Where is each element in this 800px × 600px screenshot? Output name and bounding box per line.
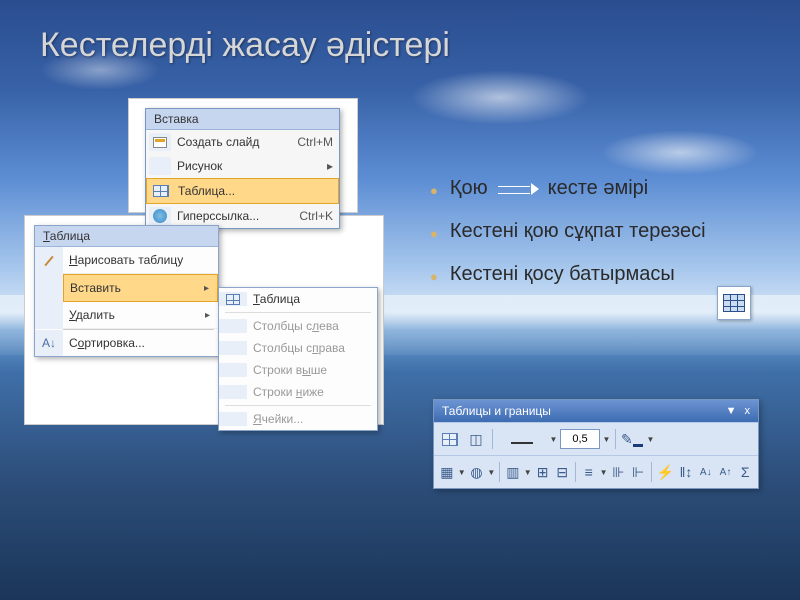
toolbar-row-1: ◫ ▼ ▼ ✎ ▼ — [434, 422, 758, 455]
menu-header: Таблица — [35, 226, 218, 247]
submenu-arrow-icon: ▸ — [205, 310, 210, 321]
distribute-rows-button[interactable]: ⊪ — [610, 460, 628, 484]
menu-label: Вставить — [64, 281, 121, 295]
sort-icon: А↓ — [35, 330, 63, 356]
draw-table-button[interactable] — [438, 427, 462, 451]
submenu-arrow-icon: ▸ — [204, 283, 209, 294]
pencil-icon — [35, 247, 63, 274]
minimize-icon[interactable]: ▼ — [726, 405, 737, 417]
menu-label: Рисунок — [177, 159, 222, 173]
slide-icon — [149, 133, 171, 151]
toolbar-row-2: ▦ ▼ ◍ ▼ ▥ ▼ ⊞ ⊟ ≡ ▼ ⊪ ⊩ ⚡ ‖↕ A↓ A↑ Σ — [434, 455, 758, 488]
borders-button[interactable]: ▦ — [438, 460, 456, 484]
menu-label: Гиперссылка... — [177, 209, 259, 223]
eraser-button[interactable]: ◫ — [464, 427, 488, 451]
arrow-icon — [498, 184, 538, 194]
close-icon[interactable]: x — [745, 405, 751, 417]
bullet-text: Кестені қосу батырмасы — [450, 261, 675, 288]
slide-title: Кестелерді жасау әдістері — [40, 26, 450, 65]
toolbar-title[interactable]: Таблицы и границы ▼ x — [434, 400, 758, 422]
bullet-text: кесте әмірі — [548, 175, 649, 202]
align-button[interactable]: ≡ — [580, 460, 598, 484]
menu-item-insert[interactable]: Вставить ▸ — [63, 274, 218, 302]
bullet-item: Кестені қосу батырмасы — [430, 261, 750, 288]
table-menu: Таблица Нарисовать таблицу Вставить ▸ Уд… — [34, 225, 219, 357]
distribute-cols-button[interactable]: ⊩ — [629, 460, 647, 484]
fill-color-button[interactable]: ◍ — [468, 460, 486, 484]
merge-cells-button[interactable]: ⊞ — [534, 460, 552, 484]
globe-icon — [149, 207, 171, 225]
submenu-arrow-icon: ▸ — [327, 159, 333, 173]
blank-icon — [35, 302, 63, 329]
menu-header: Вставка — [146, 109, 339, 130]
menu-shortcut: Ctrl+K — [299, 209, 333, 223]
toolbar-title-text: Таблицы и границы — [442, 404, 551, 418]
pen-color-button[interactable]: ✎ — [620, 427, 644, 451]
submenu-item-cols-left[interactable]: Столбцы слева — [219, 315, 377, 337]
menu-label: Таблица... — [178, 184, 235, 198]
autoformat-button[interactable]: ⚡ — [656, 460, 675, 484]
autosum-button[interactable]: Σ — [736, 460, 754, 484]
menu-label: Создать слайд — [177, 135, 259, 149]
bullet-item: Қою кесте әмірі — [430, 175, 750, 202]
sort-desc-button[interactable]: A↑ — [717, 460, 735, 484]
submenu-item-rows-above[interactable]: Строки выше — [219, 359, 377, 381]
chevron-down-icon[interactable]: ▼ — [600, 468, 608, 477]
bullet-text: Қою — [450, 175, 488, 202]
chevron-down-icon[interactable]: ▼ — [524, 468, 532, 477]
chevron-down-icon[interactable]: ▼ — [458, 468, 466, 477]
line-width-input[interactable] — [560, 429, 600, 449]
text-direction-button[interactable]: ‖↕ — [677, 460, 695, 484]
chevron-down-icon[interactable]: ▼ — [646, 435, 655, 444]
chevron-down-icon[interactable]: ▼ — [602, 435, 611, 444]
insert-table-button[interactable]: ▥ — [504, 460, 522, 484]
table-icon — [723, 294, 745, 312]
submenu-item-cols-right[interactable]: Столбцы справа — [219, 337, 377, 359]
menu-item-delete[interactable]: Удалить ▸ — [63, 302, 218, 329]
menu-item-draw-table[interactable]: Нарисовать таблицу — [63, 247, 218, 274]
insert-submenu: Таблица Столбцы слева Столбцы справа Стр… — [218, 287, 378, 431]
split-cells-button[interactable]: ⊟ — [553, 460, 571, 484]
blank-icon — [35, 274, 63, 302]
table-icon — [150, 182, 172, 200]
blank-icon — [149, 157, 171, 175]
insert-table-button[interactable] — [717, 286, 751, 320]
chevron-down-icon[interactable]: ▼ — [549, 435, 558, 444]
menu-shortcut: Ctrl+M — [297, 135, 333, 149]
submenu-item-cells[interactable]: Ячейки... — [219, 408, 377, 430]
bullet-item: Кестені қою сұқпат терезесі — [430, 218, 750, 245]
line-style-button[interactable] — [497, 427, 547, 451]
tables-borders-toolbar: Таблицы и границы ▼ x ◫ ▼ ▼ ✎ ▼ ▦ ▼ ◍ ▼ … — [433, 399, 759, 489]
submenu-item-table[interactable]: Таблица — [219, 288, 377, 310]
menu-item-new-slide[interactable]: Создать слайд Ctrl+M — [146, 130, 339, 154]
submenu-item-rows-below[interactable]: Строки ниже — [219, 381, 377, 403]
table-icon — [219, 292, 247, 306]
insert-menu: Вставка Создать слайд Ctrl+M Рисунок ▸ Т… — [145, 108, 340, 229]
bullet-text: Кестені қою сұқпат терезесі — [450, 218, 706, 245]
sort-asc-button[interactable]: A↓ — [697, 460, 715, 484]
menu-item-sort[interactable]: Сортировка... — [63, 330, 218, 356]
menu-item-table[interactable]: Таблица... — [146, 178, 339, 204]
chevron-down-icon[interactable]: ▼ — [487, 468, 495, 477]
bullet-list: Қою кесте әмірі Кестені қою сұқпат терез… — [430, 175, 750, 304]
menu-item-picture[interactable]: Рисунок ▸ — [146, 154, 339, 178]
